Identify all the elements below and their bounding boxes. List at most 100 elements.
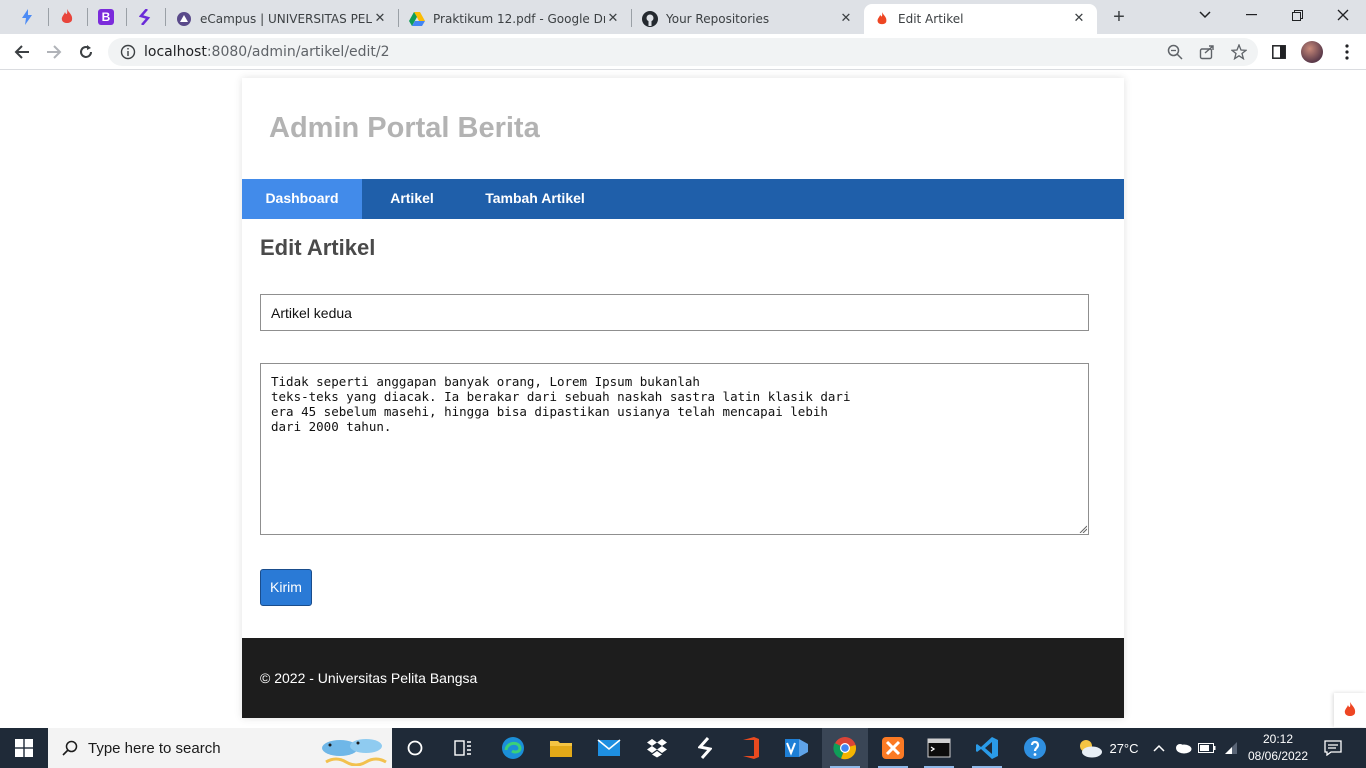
menu-button[interactable] bbox=[1333, 38, 1361, 66]
resize-handle-icon[interactable] bbox=[1079, 525, 1087, 533]
task-view-button[interactable] bbox=[392, 728, 438, 768]
taskbar-app-stripe[interactable] bbox=[682, 728, 728, 768]
wifi-icon bbox=[1225, 742, 1237, 754]
cortana-circle-icon bbox=[407, 740, 423, 756]
restore-icon bbox=[1291, 9, 1303, 21]
close-icon[interactable]: ✕ bbox=[605, 11, 621, 27]
taskbar-app-chrome[interactable] bbox=[822, 728, 868, 768]
tab-github[interactable]: Your Repositories ✕ bbox=[632, 4, 864, 34]
zigzag-icon bbox=[698, 737, 712, 759]
url-host: localhost bbox=[144, 44, 207, 60]
zoom-icon[interactable] bbox=[1167, 44, 1183, 60]
star-icon[interactable] bbox=[1231, 44, 1247, 60]
restore-button[interactable] bbox=[1274, 0, 1320, 30]
minimize-button[interactable] bbox=[1228, 0, 1274, 30]
site-footer: © 2022 - Universitas Pelita Bangsa bbox=[242, 638, 1124, 718]
close-icon bbox=[1337, 9, 1349, 21]
search-placeholder: Type here to search bbox=[88, 739, 221, 757]
partly-cloudy-icon bbox=[1080, 740, 1103, 758]
google-drive-icon bbox=[409, 11, 425, 27]
github-icon bbox=[642, 11, 658, 27]
help-icon bbox=[1024, 737, 1046, 759]
taskbar-app-terminal[interactable] bbox=[916, 728, 962, 768]
page-title: Edit Artikel bbox=[260, 235, 376, 260]
lightning-icon bbox=[22, 9, 32, 25]
zigzag-icon bbox=[139, 9, 151, 25]
taskbar-clock[interactable]: 20:12 08/06/2022 bbox=[1240, 731, 1316, 765]
taskbar-app-visual-studio[interactable] bbox=[774, 728, 820, 768]
taskbar-app-edge[interactable] bbox=[490, 728, 536, 768]
forward-button[interactable] bbox=[40, 38, 68, 66]
tab-divider bbox=[87, 8, 88, 26]
close-icon[interactable]: ✕ bbox=[1071, 11, 1087, 27]
info-icon[interactable] bbox=[120, 44, 136, 60]
taskbar-app-xampp[interactable] bbox=[870, 728, 916, 768]
folder-icon bbox=[550, 741, 572, 757]
title-input[interactable]: Artikel kedua bbox=[260, 294, 1089, 331]
task-view-timeline-button[interactable] bbox=[440, 728, 486, 768]
pinned-tab-flame[interactable] bbox=[52, 6, 82, 28]
search-icon bbox=[62, 740, 78, 756]
close-icon[interactable]: ✕ bbox=[372, 11, 388, 27]
debug-toolbar-toggle[interactable] bbox=[1334, 693, 1366, 727]
tab-ecampus[interactable]: eCampus | UNIVERSITAS PELITA BANGSA ✕ bbox=[166, 4, 398, 34]
close-window-button[interactable] bbox=[1320, 0, 1366, 30]
page-viewport: Admin Portal Berita Dashboard Artikel Ta… bbox=[0, 71, 1366, 728]
browser-toolbar: localhost:8080/admin/artikel/edit/2 bbox=[0, 34, 1366, 70]
tray-wifi[interactable] bbox=[1220, 728, 1242, 768]
new-tab-button[interactable]: + bbox=[1107, 6, 1131, 28]
weather-temperature: 27°C bbox=[1109, 740, 1139, 756]
taskbar-app-vscode[interactable] bbox=[964, 728, 1010, 768]
address-bar[interactable]: localhost:8080/admin/artikel/edit/2 bbox=[108, 38, 1258, 66]
back-button[interactable] bbox=[8, 38, 36, 66]
share-icon[interactable] bbox=[1199, 44, 1215, 60]
tray-battery[interactable] bbox=[1196, 728, 1218, 768]
pinned-tab-bootstrap[interactable]: B bbox=[91, 6, 121, 28]
weather-widget[interactable]: 27°C bbox=[1068, 728, 1148, 768]
profile-button[interactable] bbox=[1298, 38, 1326, 66]
reload-icon bbox=[80, 45, 92, 58]
minimize-icon bbox=[1245, 14, 1257, 16]
flame-icon bbox=[61, 9, 73, 23]
submit-button[interactable]: Kirim bbox=[260, 569, 312, 606]
pinned-tab-lightning[interactable] bbox=[12, 6, 42, 28]
codeigniter-flame-icon bbox=[874, 11, 890, 27]
tab-title: eCampus | UNIVERSITAS PELITA BANGSA bbox=[200, 12, 372, 26]
arrow-left-icon bbox=[14, 45, 29, 59]
nav-artikel[interactable]: Artikel bbox=[362, 179, 462, 219]
start-button[interactable] bbox=[0, 728, 48, 768]
chevron-up-icon bbox=[1153, 744, 1165, 752]
taskbar-search[interactable]: Type here to search bbox=[48, 728, 392, 768]
footer-copyright: © 2022 - Universitas Pelita Bangsa bbox=[260, 670, 478, 686]
site-header: Admin Portal Berita bbox=[242, 78, 1124, 179]
side-panel-button[interactable] bbox=[1265, 38, 1293, 66]
notification-center-button[interactable] bbox=[1320, 728, 1346, 768]
taskbar-app-mail[interactable] bbox=[586, 728, 632, 768]
mail-icon bbox=[597, 739, 621, 756]
vscode-icon bbox=[976, 737, 998, 759]
reload-button[interactable] bbox=[72, 38, 100, 66]
taskbar-app-help[interactable] bbox=[1012, 728, 1058, 768]
vs-icon bbox=[785, 739, 808, 757]
tray-onedrive[interactable] bbox=[1172, 728, 1194, 768]
tray-overflow-button[interactable] bbox=[1150, 728, 1168, 768]
tab-search-button[interactable] bbox=[1182, 0, 1228, 30]
pinned-tab-stripe[interactable] bbox=[130, 6, 160, 28]
tab-edit-artikel[interactable]: Edit Artikel ✕ bbox=[864, 4, 1097, 34]
nav-dashboard[interactable]: Dashboard bbox=[242, 179, 362, 219]
tab-google-drive[interactable]: Praktikum 12.pdf - Google Drive ✕ bbox=[399, 4, 631, 34]
task-view-icon bbox=[454, 740, 471, 756]
chrome-icon bbox=[833, 737, 856, 760]
edge-icon bbox=[502, 737, 524, 759]
bootstrap-icon: B bbox=[98, 9, 114, 25]
office-icon bbox=[743, 737, 759, 759]
close-icon[interactable]: ✕ bbox=[838, 11, 854, 27]
url-path: :8080/admin/artikel/edit/2 bbox=[206, 44, 390, 60]
xampp-icon bbox=[882, 737, 904, 759]
taskbar-app-dropbox[interactable] bbox=[634, 728, 680, 768]
windows-taskbar: Type here to search 27°C 20:12 08/06/202… bbox=[0, 728, 1366, 768]
taskbar-app-file-explorer[interactable] bbox=[538, 728, 584, 768]
nav-tambah-artikel[interactable]: Tambah Artikel bbox=[462, 179, 608, 219]
content-textarea[interactable]: Tidak seperti anggapan banyak orang, Lor… bbox=[260, 363, 1089, 535]
taskbar-app-office[interactable] bbox=[728, 728, 774, 768]
